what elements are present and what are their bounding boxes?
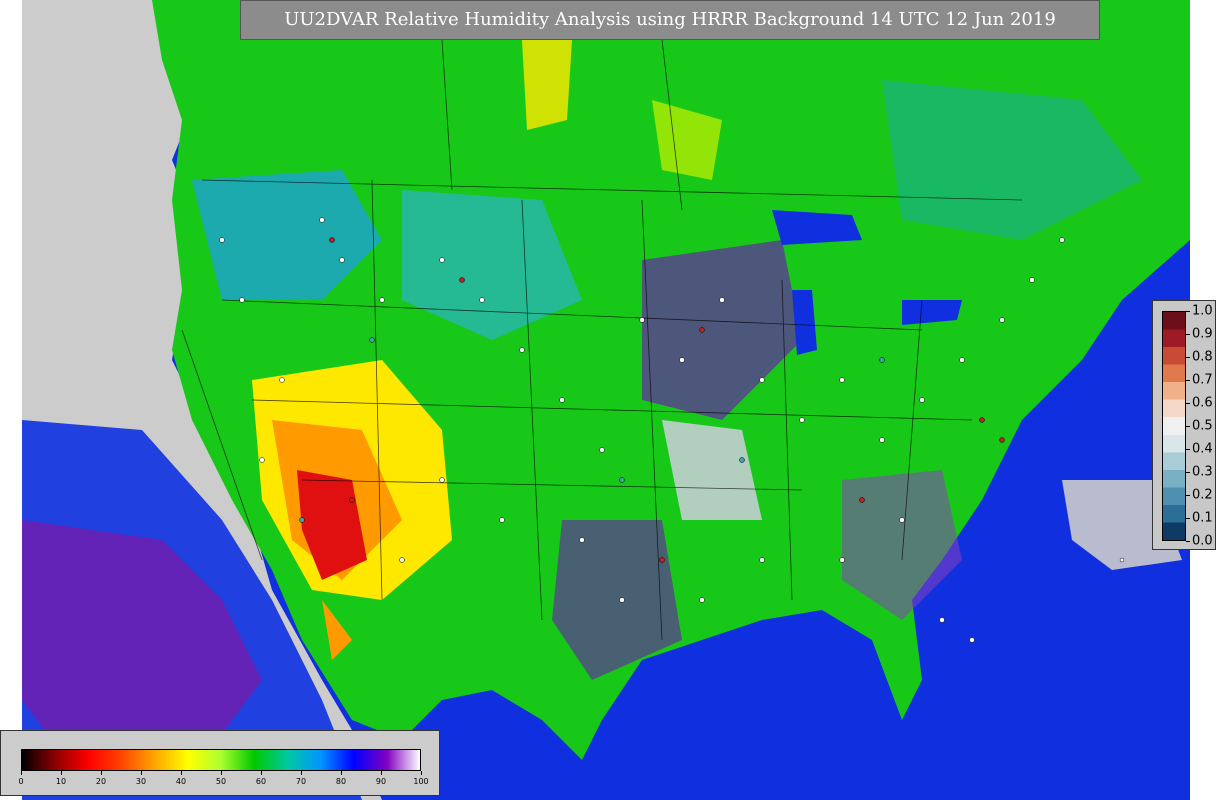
increment-tick-mark	[1186, 380, 1190, 381]
humidity-tick-mark	[301, 771, 302, 775]
increment-tick-mark	[1186, 449, 1190, 450]
humidity-tick-label: 60	[255, 777, 267, 786]
map-title: UU2DVAR Relative Humidity Analysis using…	[240, 0, 1100, 40]
humidity-tick-label: 30	[135, 777, 147, 786]
humidity-colorbar-legend: 0 10 20 30 40 50 60 70 80 90 100	[0, 730, 440, 796]
increment-tick-label: 0.7	[1192, 372, 1213, 388]
increment-tick-label: 0.4	[1192, 441, 1213, 457]
humidity-tick-label: 90	[375, 777, 387, 786]
increment-tick-label: 0.0	[1192, 533, 1213, 549]
humidity-tick-mark	[381, 771, 382, 775]
humidity-tick-mark	[101, 771, 102, 775]
increment-tick-mark	[1186, 357, 1190, 358]
humidity-map	[22, 0, 1190, 800]
humidity-tick-mark	[61, 771, 62, 775]
humidity-colorbar	[21, 749, 421, 771]
humidity-tick-label: 40	[175, 777, 187, 786]
humidity-tick-mark	[421, 771, 422, 775]
increment-tick-label: 0.3	[1192, 464, 1213, 480]
increment-tick-mark	[1186, 311, 1190, 312]
humidity-tick-mark	[261, 771, 262, 775]
humidity-tick-label: 0	[18, 777, 24, 786]
increment-tick-mark	[1186, 334, 1190, 335]
increment-tick-label: 1.0	[1192, 303, 1213, 319]
increment-tick-mark	[1186, 541, 1190, 542]
humidity-tick-mark	[341, 771, 342, 775]
humidity-tick-label: 70	[295, 777, 307, 786]
humidity-tick-mark	[221, 771, 222, 775]
humidity-tick-label: 10	[55, 777, 67, 786]
humidity-tick-label: 20	[95, 777, 107, 786]
increment-tick-label: 0.9	[1192, 326, 1213, 342]
humidity-tick-label: 100	[413, 777, 429, 786]
humidity-tick-mark	[141, 771, 142, 775]
increment-tick-label: 0.8	[1192, 349, 1213, 365]
increment-tick-label: 0.5	[1192, 418, 1213, 434]
humidity-tick-label: 50	[215, 777, 227, 786]
increment-tick-label: 0.6	[1192, 395, 1213, 411]
increment-tick-mark	[1186, 495, 1190, 496]
increment-colorbar-legend: 0.0 0.1 0.2 0.3 0.4 0.5 0.6 0.7 0.8 0.9 1.0	[1152, 300, 1216, 550]
humidity-tick-mark	[181, 771, 182, 775]
increment-tick-mark	[1186, 403, 1190, 404]
increment-tick-label: 0.1	[1192, 510, 1213, 526]
increment-colorbar	[1162, 311, 1186, 541]
increment-tick-label: 0.2	[1192, 487, 1213, 503]
humidity-tick-label: 80	[335, 777, 347, 786]
increment-tick-mark	[1186, 426, 1190, 427]
humidity-tick-mark	[21, 771, 22, 775]
increment-tick-mark	[1186, 472, 1190, 473]
increment-tick-mark	[1186, 518, 1190, 519]
